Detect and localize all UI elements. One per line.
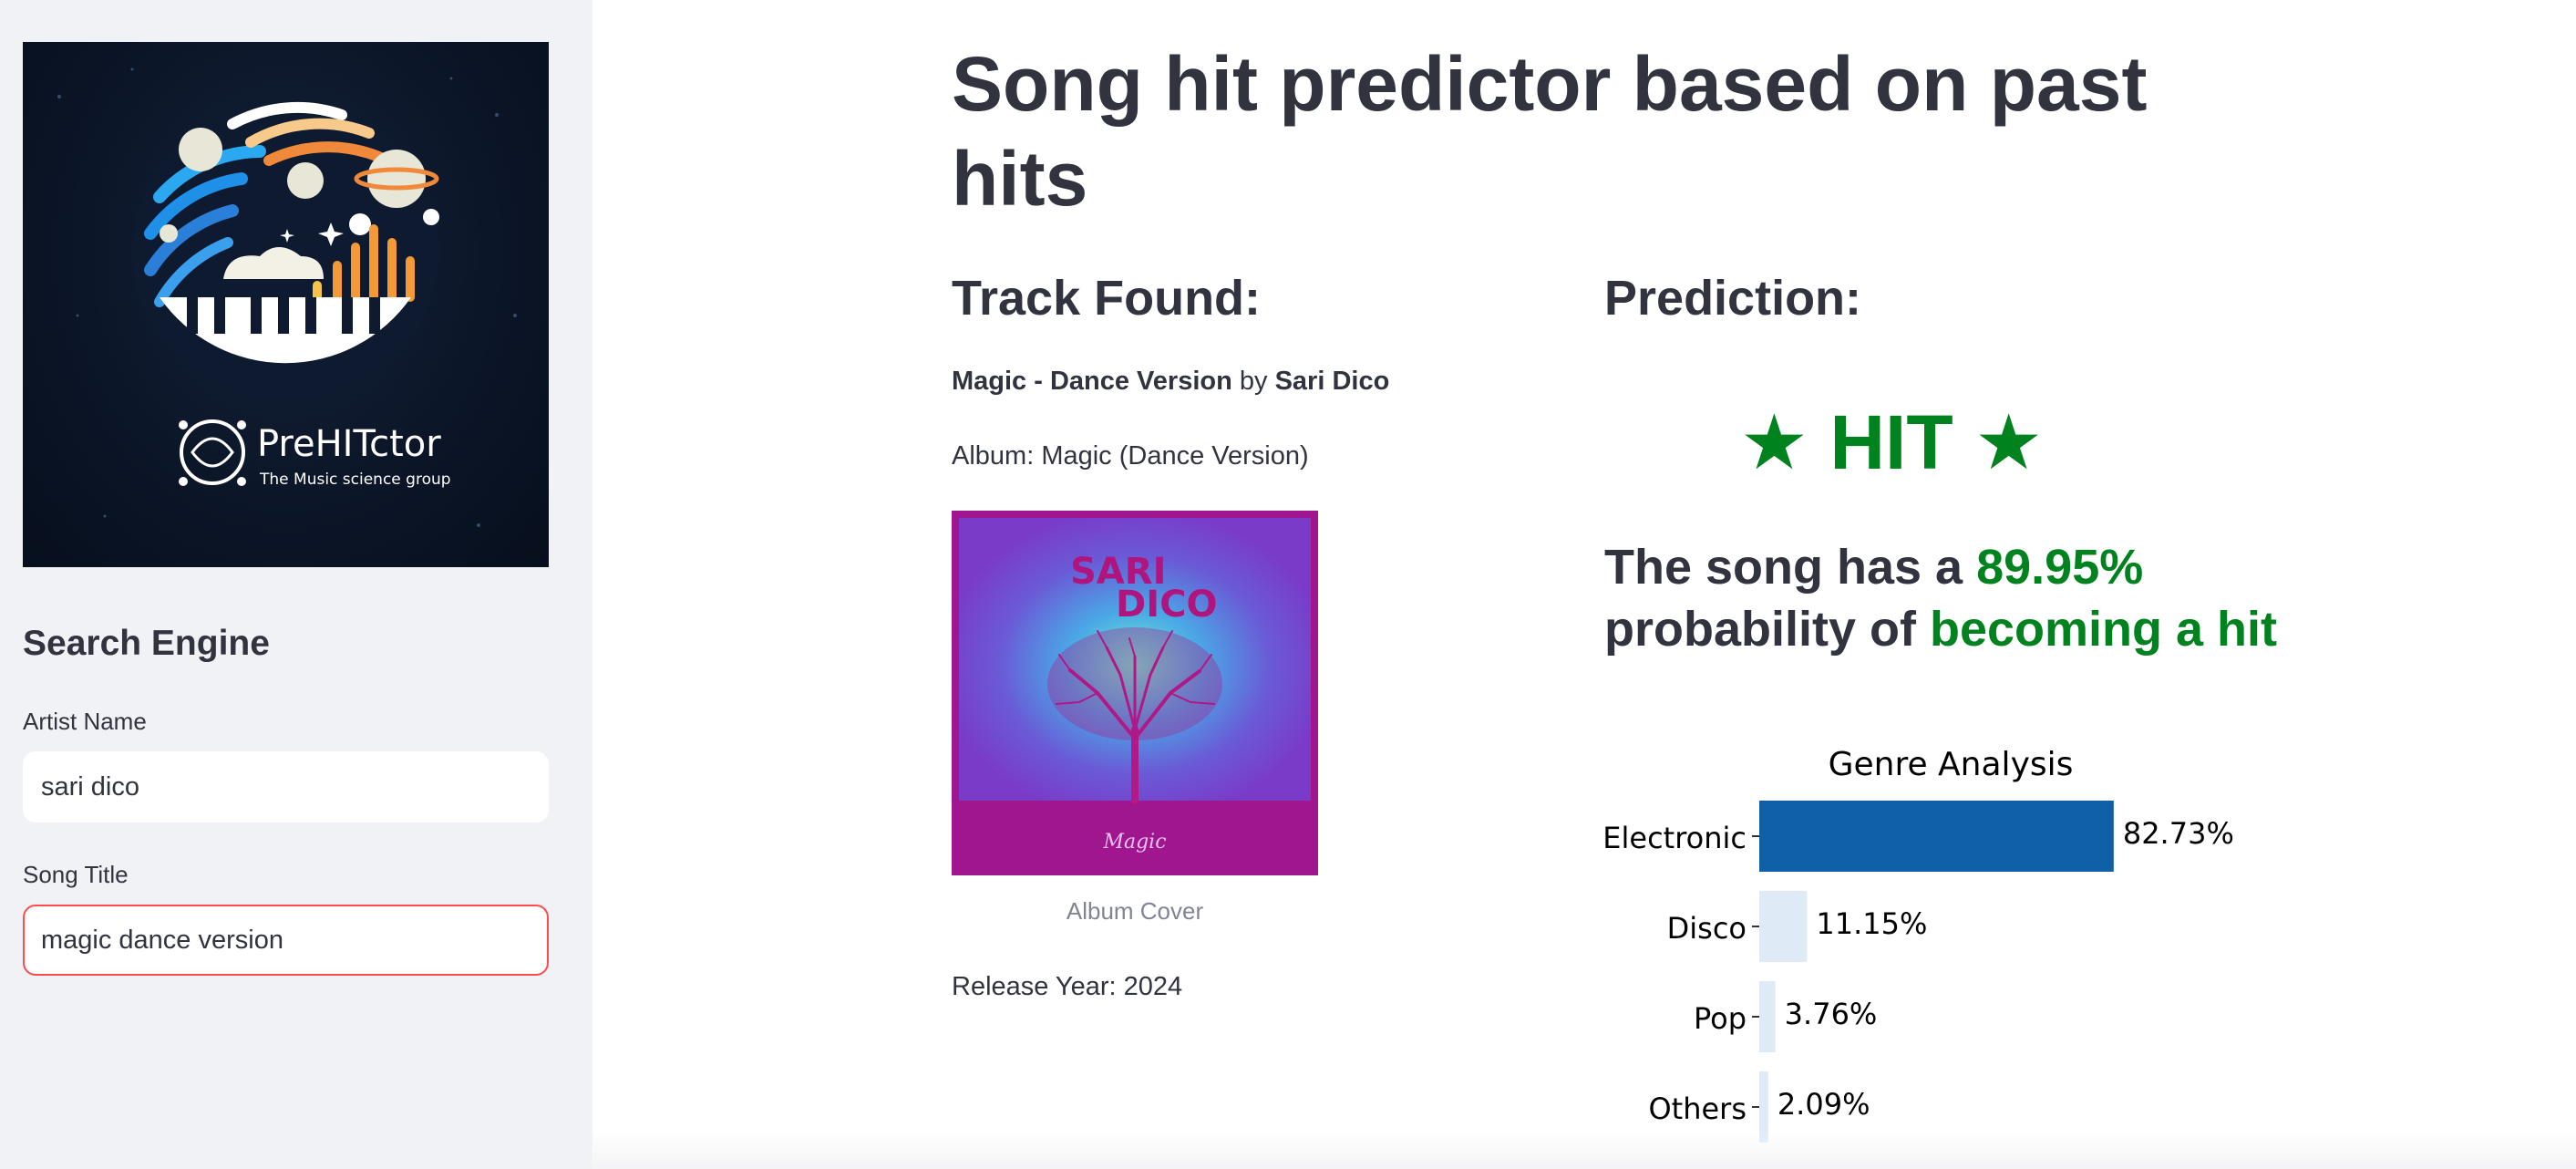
- release-year: Release Year: 2024: [952, 972, 1183, 1001]
- logo-tagline: The Music science group: [260, 471, 451, 489]
- artist-name-label: Artist Name: [23, 708, 147, 735]
- song-title-label: Song Title: [23, 861, 129, 888]
- chart-category-label-electronic: Electronic: [1602, 821, 1747, 855]
- artist-name-input[interactable]: [23, 751, 549, 822]
- chart-title: Genre Analysis: [1829, 746, 2074, 783]
- probability-suffix: becoming a hit: [1930, 602, 2278, 657]
- track-found-heading: Track Found:: [952, 271, 1262, 326]
- chart-bar-pop: [1759, 981, 1776, 1052]
- chart-bar-disco: [1759, 891, 1808, 962]
- album-cover-image: SARI DICO Magic: [952, 511, 1318, 875]
- prediction-heading: Prediction:: [1604, 271, 1862, 326]
- album-cover-caption: Album Cover: [1066, 897, 1204, 925]
- album-cover-artist-line2: DICO: [1116, 584, 1217, 626]
- probability-statement: The song has a 89.95% probability of bec…: [1604, 536, 2425, 660]
- track-by-text: by: [1231, 367, 1275, 396]
- chart-value-label-electronic: 82.73%: [2123, 816, 2234, 851]
- hit-result-banner: ★ HIT ★: [1739, 399, 2044, 485]
- album-name: Album: Magic (Dance Version): [952, 441, 1309, 471]
- probability-prefix: The song has a: [1604, 540, 1977, 595]
- page-title: Song hit predictor based on past hits: [952, 41, 2148, 222]
- genre-analysis-chart: Genre Analysis Electronic 82.73% Disco 11.15…: [1602, 746, 2234, 1143]
- chart-value-label-disco: 11.15%: [1816, 906, 1927, 941]
- chart-category-label-pop: Pop: [1694, 1001, 1747, 1036]
- bottom-fade: [592, 1131, 2576, 1169]
- chart-bar-electronic: [1759, 801, 2114, 872]
- chart-category-label-others: Others: [1648, 1091, 1747, 1126]
- chart-value-label-pop: 3.76%: [1785, 997, 1878, 1031]
- sidebar: PreHITctor The Music science group Searc…: [0, 0, 592, 1169]
- app-logo: PreHITctor The Music science group: [23, 42, 549, 567]
- chart-value-label-others: 2.09%: [1777, 1087, 1870, 1122]
- probability-middle: probability of: [1604, 602, 1930, 657]
- track-artist: Sari Dico: [1274, 367, 1390, 396]
- track-title: Magic - Dance Version: [952, 367, 1232, 396]
- album-cover-script: Magic: [1102, 831, 1166, 853]
- song-title-input[interactable]: [23, 905, 549, 976]
- track-info: Magic - Dance Version by Sari Dico: [952, 367, 1389, 397]
- probability-value: 89.95%: [1976, 540, 2144, 595]
- logo-brand-name: PreHITctor: [257, 423, 441, 465]
- chart-category-label-disco: Disco: [1667, 911, 1747, 946]
- search-engine-heading: Search Engine: [23, 624, 270, 663]
